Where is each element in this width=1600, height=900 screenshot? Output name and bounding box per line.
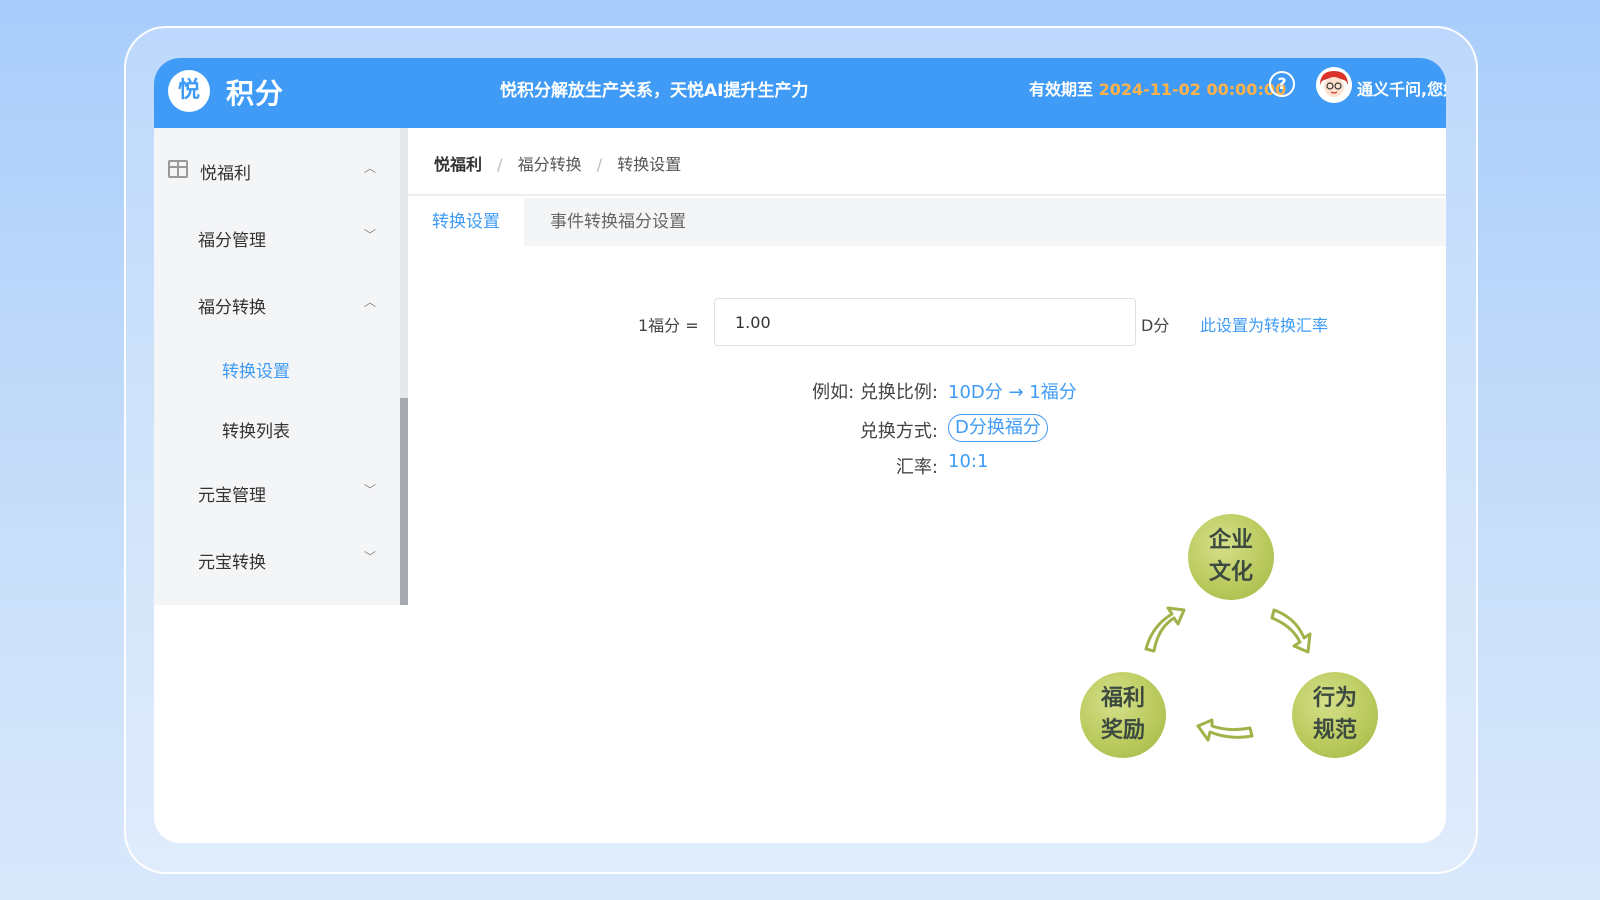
sidebar-item-label: 福分管理	[198, 231, 266, 251]
breadcrumb-item[interactable]: 福分转换	[518, 155, 582, 174]
sidebar-item-zhuanhuan-liebiao[interactable]: 转换列表	[154, 408, 400, 448]
logo-icon: 悦	[168, 70, 210, 112]
chevron-down-icon: ﹀	[364, 483, 377, 497]
chevron-up-icon: ︿	[364, 295, 377, 309]
rate-input[interactable]	[714, 298, 1136, 346]
method-label: 兑换方式:	[859, 421, 938, 442]
example-label: 例如: 兑换比例:	[812, 382, 938, 403]
sidebar-item-label: 元宝管理	[198, 486, 266, 506]
breadcrumb-item-current: 转换设置	[617, 155, 682, 174]
sidebar-item-yuanbao-zhuanhuan[interactable]: 元宝转换 ﹀	[154, 539, 400, 579]
tab-bar: 转换设置 事件转换福分设置	[408, 198, 1446, 246]
culture-cycle-illustration: 企业 文化 福利 奖励 行为 规范	[1074, 514, 1414, 814]
avatar[interactable]	[1316, 67, 1352, 103]
avatar-face-icon	[1316, 67, 1352, 103]
sidebar-item-label: 悦福利	[200, 164, 251, 184]
sidebar-item-label: 元宝转换	[198, 553, 266, 573]
method-value: D分换福分	[948, 414, 1048, 442]
tab-conversion-settings[interactable]: 转换设置	[408, 198, 524, 246]
breadcrumb-separator: /	[596, 155, 603, 174]
top-bar: 悦 积分 悦积分解放生产关系，天悦AI提升生产力 有效期至 2024-11-02…	[154, 58, 1446, 128]
sidebar-item-label: 转换列表	[222, 422, 290, 442]
method-tag: D分换福分	[948, 414, 1048, 442]
expiry-date: 2024-11-02 00:00:00	[1098, 80, 1287, 99]
set-rate-link[interactable]: 此设置为转换汇率	[1200, 312, 1328, 336]
cycle-arrows-icon	[1144, 606, 1312, 742]
chevron-down-icon: ﹀	[364, 228, 377, 242]
sidebar-item-yuanbao-guanli[interactable]: 元宝管理 ﹀	[154, 472, 400, 512]
app-window: 悦 积分 悦积分解放生产关系，天悦AI提升生产力 有效期至 2024-11-02…	[154, 58, 1446, 843]
chevron-up-icon: ︿	[364, 161, 377, 175]
breadcrumb-item[interactable]: 悦福利	[434, 155, 482, 174]
sidebar-item-zhuanhuan-shezhi[interactable]: 转换设置	[154, 348, 400, 388]
expiry-info: 有效期至 2024-11-02 00:00:00	[1029, 76, 1286, 100]
slogan: 悦积分解放生产关系，天悦AI提升生产力	[500, 81, 809, 101]
tab-event-conversion-settings[interactable]: 事件转换福分设置	[526, 198, 710, 246]
rate-info-value: 10:1	[948, 451, 989, 472]
gift-icon	[168, 160, 188, 178]
example-value: 10D分 → 1福分	[948, 382, 1077, 403]
sidebar: 悦福利 ︿ 福分管理 ﹀ 福分转换 ︿ 转换设置 转换列表 元宝管理 ﹀ 元宝转…	[154, 128, 404, 605]
app-title: 积分	[226, 77, 285, 110]
breadcrumb: 悦福利 / 福分转换 / 转换设置	[408, 128, 1446, 196]
rate-info-label: 汇率:	[895, 457, 938, 478]
rate-label: 1福分 =	[638, 316, 699, 335]
username[interactable]: 通义千问,您好	[1357, 76, 1446, 100]
help-icon[interactable]: ?	[1269, 71, 1295, 97]
scrollbar-thumb[interactable]	[400, 398, 408, 605]
sidebar-item-label: 转换设置	[222, 362, 290, 382]
sidebar-item-yue-fuli[interactable]: 悦福利 ︿	[154, 150, 400, 190]
sidebar-item-label: 福分转换	[198, 298, 266, 318]
chevron-down-icon: ﹀	[364, 550, 377, 564]
sidebar-scrollbar[interactable]	[400, 128, 408, 605]
breadcrumb-separator: /	[497, 155, 503, 174]
sidebar-item-fufen-guanli[interactable]: 福分管理 ﹀	[154, 217, 400, 257]
sidebar-item-fufen-zhuanhuan[interactable]: 福分转换 ︿	[154, 284, 400, 324]
expiry-label: 有效期至	[1029, 80, 1094, 99]
rate-unit: D分	[1141, 316, 1170, 335]
